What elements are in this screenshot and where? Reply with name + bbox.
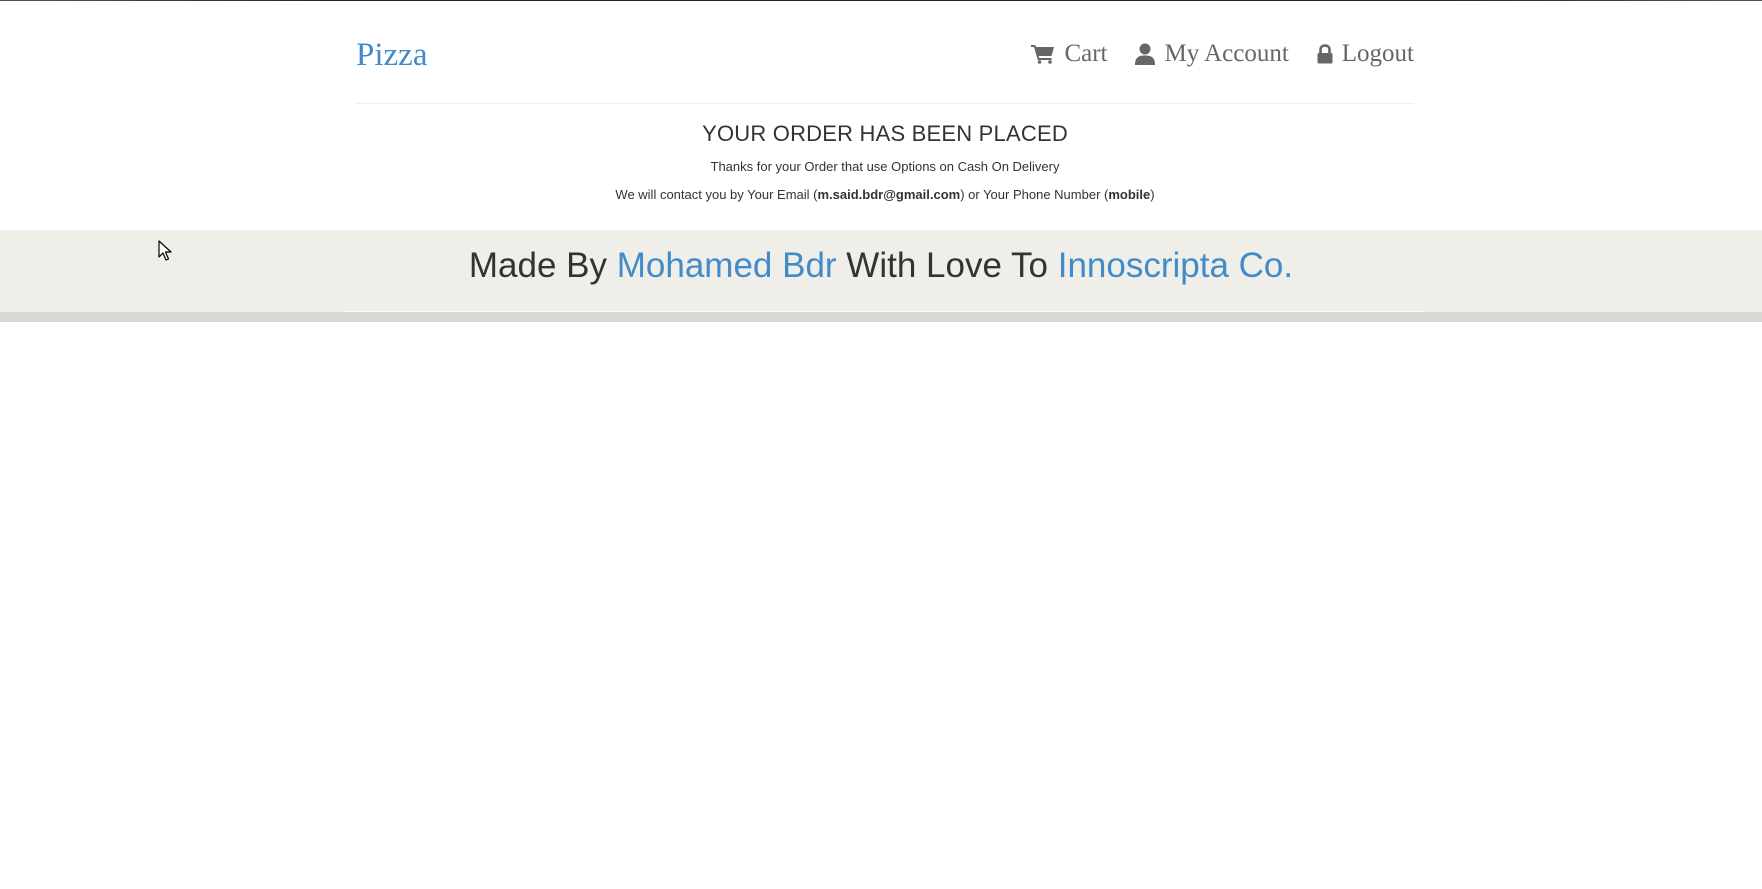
nav-cart[interactable]: Cart — [1031, 38, 1107, 70]
contact-phone: mobile — [1108, 187, 1151, 202]
contact-middle: ) or Your Phone Number ( — [960, 187, 1109, 202]
order-contact-text: We will contact you by Your Email (m.sai… — [356, 187, 1414, 203]
nav-my-account-label: My Account — [1164, 40, 1289, 67]
footer-credit: Made By Mohamed Bdr With Love To Innoscr… — [0, 245, 1762, 287]
site-header: Pizza Cart My Account Logout — [356, 0, 1414, 104]
footer-bottom-bar — [0, 312, 1762, 322]
footer-with-love: With Love To — [846, 246, 1048, 285]
nav-logout-label: Logout — [1341, 40, 1414, 67]
contact-suffix: ) — [1150, 187, 1155, 202]
brand-logo-link[interactable]: Pizza — [356, 34, 427, 76]
top-nav: Cart My Account Logout — [1031, 38, 1414, 70]
footer-made-by: Made By — [468, 246, 607, 285]
footer-author-link[interactable]: Mohamed Bdr — [617, 246, 837, 285]
order-title: YOUR ORDER HAS BEEN PLACED — [702, 121, 1068, 146]
nav-cart-label: Cart — [1064, 40, 1108, 67]
contact-prefix: We will contact you by Your Email ( — [615, 187, 818, 202]
order-thanks-text: Thanks for your Order that use Options o… — [710, 159, 1060, 174]
footer-company-link[interactable]: Innoscripta Co. — [1058, 246, 1293, 285]
user-icon — [1135, 43, 1156, 65]
cart-icon — [1031, 44, 1055, 64]
contact-email: m.said.bdr@gmail.com — [817, 187, 961, 202]
order-confirmation: YOUR ORDER HAS BEEN PLACED Thanks for yo… — [356, 104, 1414, 203]
nav-my-account[interactable]: My Account — [1135, 38, 1289, 70]
lock-icon — [1317, 44, 1333, 64]
mouse-cursor-icon — [158, 240, 172, 267]
nav-logout[interactable]: Logout — [1317, 38, 1414, 70]
site-footer: Made By Mohamed Bdr With Love To Innoscr… — [0, 230, 1762, 312]
